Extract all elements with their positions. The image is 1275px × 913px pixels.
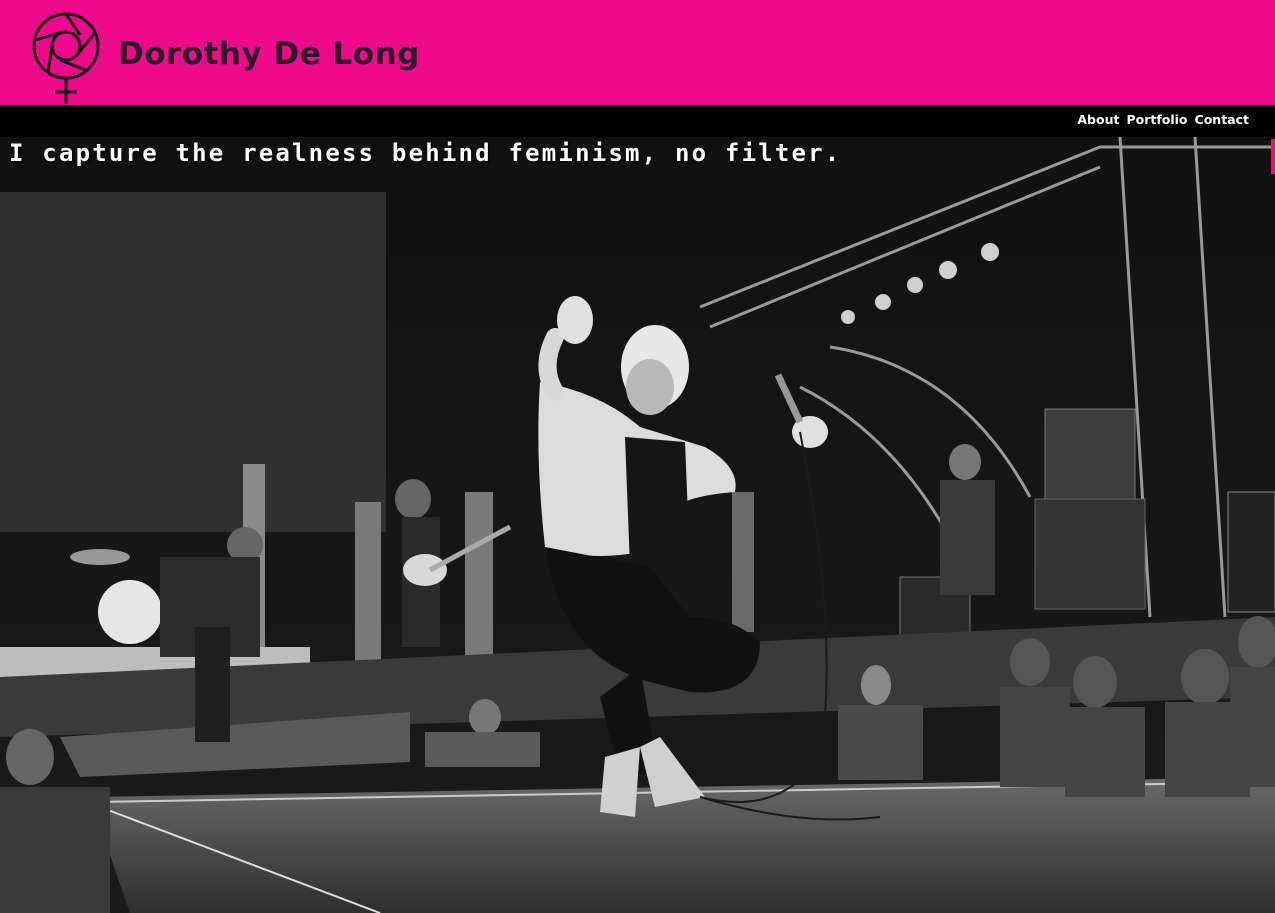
hero-section: I capture the realness behind feminism, …: [0, 137, 1275, 913]
nav-contact[interactable]: Contact: [1195, 112, 1249, 127]
site-title[interactable]: Dorothy De Long: [118, 36, 420, 72]
camera-aperture-venus-icon[interactable]: [30, 10, 102, 106]
hero-tagline: I capture the realness behind feminism, …: [9, 139, 842, 167]
nav-portfolio[interactable]: Portfolio: [1126, 112, 1187, 127]
nav-bar: About Portfolio Contact: [0, 105, 1275, 137]
hero-photo: [0, 137, 1275, 913]
side-tab[interactable]: [1271, 139, 1275, 174]
main-nav: About Portfolio Contact: [1077, 112, 1249, 127]
nav-about[interactable]: About: [1077, 112, 1119, 127]
site-header: Dorothy De Long: [0, 0, 1275, 105]
